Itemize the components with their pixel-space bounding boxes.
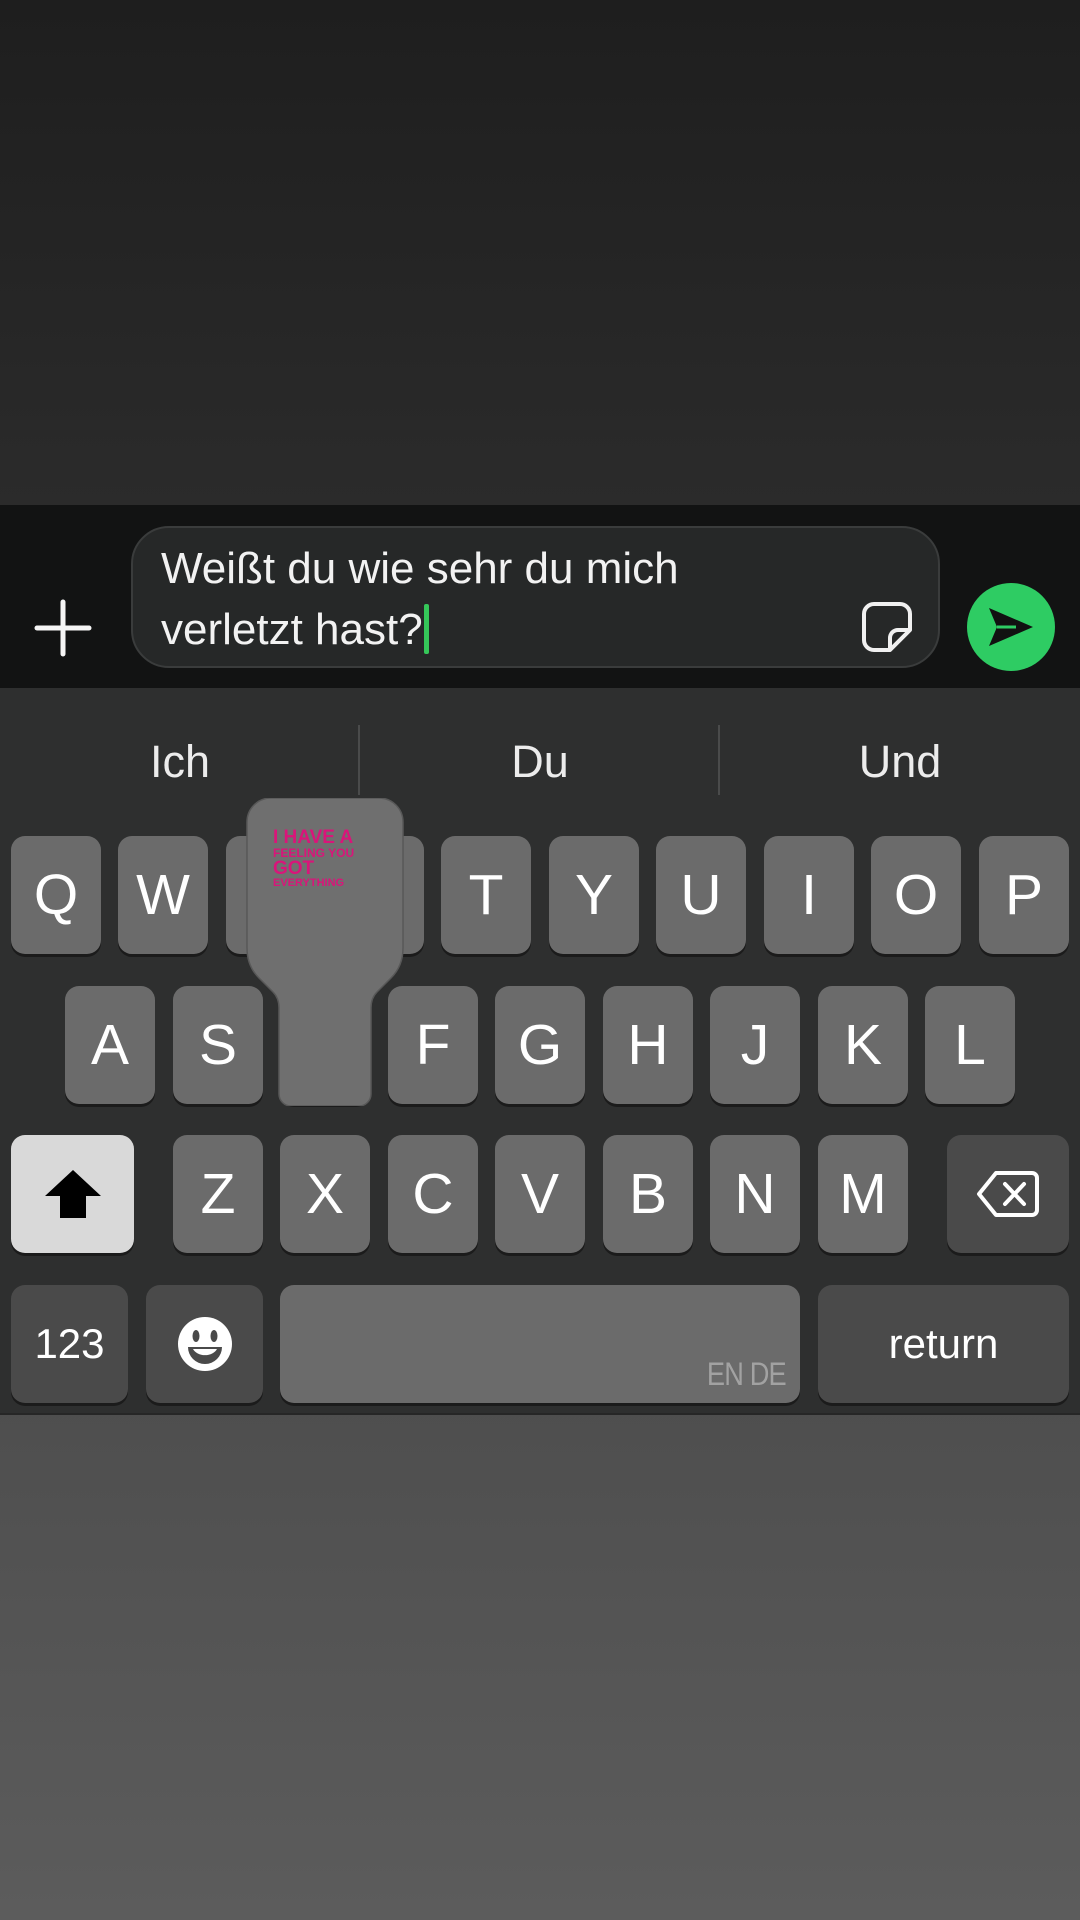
key-b[interactable]: B: [603, 1135, 693, 1253]
text-caret: [423, 604, 429, 654]
key-preview-popup[interactable]: I HAVE A FEELING YOU GOT EVERYTHING: [245, 798, 405, 1106]
key-m[interactable]: M: [818, 1135, 908, 1253]
key-v[interactable]: V: [495, 1135, 585, 1253]
message-input[interactable]: Weißt du wie sehr du mich verletzt hast?: [131, 526, 940, 668]
emoji-key[interactable]: [146, 1285, 263, 1403]
key-z[interactable]: Z: [173, 1135, 263, 1253]
delete-key[interactable]: [947, 1135, 1069, 1253]
attach-button[interactable]: [30, 595, 96, 661]
send-arrow-icon: [989, 608, 1033, 646]
suggestion-2[interactable]: Du: [360, 722, 720, 802]
sticker-line-4: EVERYTHING: [273, 877, 345, 889]
sticker-icon: [862, 602, 912, 652]
language-indicator: EN DE: [707, 1356, 787, 1392]
send-button[interactable]: [967, 583, 1055, 671]
key-p[interactable]: P: [979, 836, 1069, 954]
shift-arrow-icon: [44, 1170, 101, 1218]
key-i[interactable]: I: [764, 836, 854, 954]
suggestion-3[interactable]: Und: [720, 722, 1080, 802]
key-a[interactable]: A: [65, 986, 155, 1104]
plus-icon: [34, 599, 92, 657]
key-t[interactable]: T: [441, 836, 531, 954]
sticker-text: I HAVE A FEELING YOU GOT EVERYTHING: [273, 828, 393, 889]
key-u[interactable]: U: [656, 836, 746, 954]
suggestion-bar: Ich Du Und: [0, 688, 1080, 833]
return-key[interactable]: return: [818, 1285, 1069, 1403]
suggestion-1[interactable]: Ich: [0, 722, 360, 802]
key-c[interactable]: C: [388, 1135, 478, 1253]
key-x[interactable]: X: [280, 1135, 370, 1253]
key-q[interactable]: Q: [11, 836, 101, 954]
chat-background: [0, 0, 1080, 505]
sticker-line-3: GOT: [273, 858, 315, 879]
sticker-button[interactable]: [860, 600, 914, 654]
key-h[interactable]: H: [603, 986, 693, 1104]
key-o[interactable]: O: [871, 836, 961, 954]
message-text[interactable]: Weißt du wie sehr du mich verletzt hast?: [161, 538, 841, 660]
emoji-face-icon: [177, 1317, 232, 1371]
shift-key[interactable]: [11, 1135, 134, 1253]
sticker-line-1: I HAVE A: [273, 827, 354, 848]
numbers-key[interactable]: 123: [11, 1285, 128, 1403]
key-w[interactable]: W: [118, 836, 208, 954]
key-y[interactable]: Y: [549, 836, 639, 954]
key-l[interactable]: L: [925, 986, 1015, 1104]
key-n[interactable]: N: [710, 1135, 800, 1253]
key-k[interactable]: K: [818, 986, 908, 1104]
backspace-icon: [977, 1171, 1039, 1217]
key-g[interactable]: G: [495, 986, 585, 1104]
space-key[interactable]: EN DE: [280, 1285, 800, 1403]
key-j[interactable]: J: [710, 986, 800, 1104]
